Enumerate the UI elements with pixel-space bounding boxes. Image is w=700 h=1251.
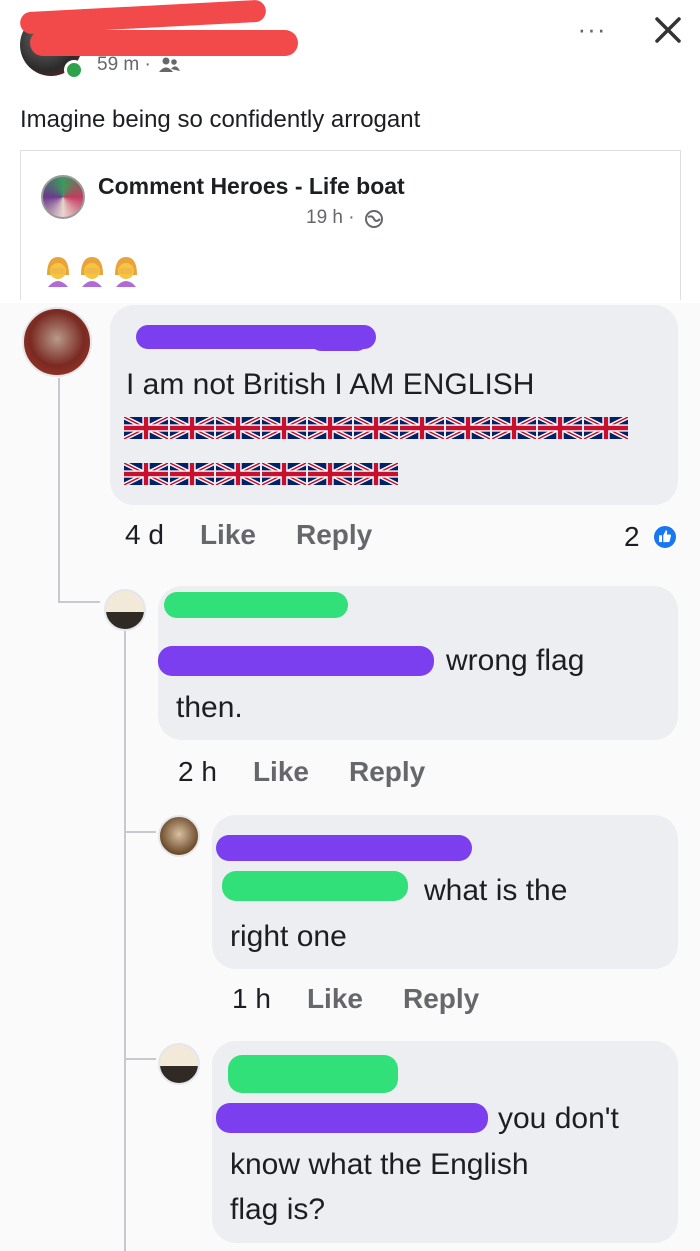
post-timestamp: 59 m · <box>97 54 151 75</box>
close-icon[interactable] <box>648 10 688 50</box>
post-caption: Imagine being so confidently arrogant <box>20 106 421 133</box>
comment-text: know what the English <box>230 1148 529 1181</box>
redacted-commenter-name <box>164 592 348 618</box>
group-name[interactable]: Comment Heroes - Life boat <box>98 173 405 200</box>
comment-bubble: I am not British I AM ENGLISH <box>110 305 678 505</box>
shared-post-timestamp: 19 h · <box>306 207 355 228</box>
comment-timestamp: 4 d <box>125 519 164 550</box>
comment-actions: 4 d Like Reply <box>125 519 412 551</box>
like-reaction-icon <box>652 524 678 550</box>
comment-bubble: you don't know what the English flag is? <box>212 1041 678 1243</box>
online-status-indicator <box>64 60 84 80</box>
redacted-commenter-name <box>216 835 472 861</box>
union-jack-flags-row <box>124 417 628 439</box>
reply-button[interactable]: Reply <box>403 983 479 1015</box>
commenter-avatar[interactable] <box>158 815 200 857</box>
union-jack-flag-icon <box>216 463 260 485</box>
redacted-mention <box>216 1103 488 1133</box>
reaction-count[interactable]: 2 <box>624 521 640 553</box>
union-jack-flag-icon <box>124 417 168 439</box>
union-jack-flag-icon <box>354 463 398 485</box>
union-jack-flag-icon <box>584 417 628 439</box>
comment-bubble: wrong flag then. <box>158 586 678 740</box>
comment-text: what is the <box>424 874 568 907</box>
redacted-poster-name <box>30 30 298 56</box>
thread-connector <box>58 601 100 603</box>
comment-bubble: what is the right one <box>212 815 678 969</box>
reply-button[interactable]: Reply <box>296 519 372 551</box>
facepalm-emoji-icon <box>47 257 69 287</box>
thread-connector <box>124 1058 156 1060</box>
thread-connector <box>58 378 60 603</box>
group-avatar[interactable] <box>41 175 85 219</box>
globe-icon <box>365 210 383 228</box>
union-jack-flag-icon <box>262 463 306 485</box>
like-button[interactable]: Like <box>307 983 363 1015</box>
comment-text: wrong flag <box>446 644 585 677</box>
union-jack-flag-icon <box>538 417 582 439</box>
comment-actions: 2 h Like Reply <box>178 756 465 788</box>
comment-actions: 1 h Like Reply <box>232 983 519 1015</box>
comment-text: right one <box>230 920 347 953</box>
commenter-avatar[interactable] <box>22 307 92 377</box>
thread-connector <box>124 831 156 833</box>
reply-button[interactable]: Reply <box>349 756 425 788</box>
facepalm-emoji-icon <box>81 257 103 287</box>
commenter-avatar[interactable] <box>158 1043 200 1085</box>
comment-text: you don't <box>498 1102 619 1135</box>
union-jack-flag-icon <box>216 417 260 439</box>
comment-text: flag is? <box>230 1193 326 1226</box>
more-options-button[interactable]: ··· <box>572 14 612 44</box>
redacted-mention <box>222 871 408 901</box>
facepalm-emoji-row <box>43 255 141 287</box>
union-jack-flag-icon <box>262 417 306 439</box>
comment-timestamp: 2 h <box>178 756 217 787</box>
union-jack-flag-icon <box>124 463 168 485</box>
comment-timestamp: 1 h <box>232 983 271 1014</box>
union-jack-flag-icon <box>308 463 352 485</box>
redacted-commenter-name <box>228 1055 398 1093</box>
union-jack-flag-icon <box>400 417 444 439</box>
like-button[interactable]: Like <box>253 756 309 788</box>
union-jack-flag-icon <box>308 417 352 439</box>
shared-post-card[interactable]: Comment Heroes - Life boat 19 h · <box>20 150 681 300</box>
redacted-mention <box>158 646 434 676</box>
like-button[interactable]: Like <box>200 519 256 551</box>
facepalm-emoji-icon <box>115 257 137 287</box>
comment-text: then. <box>176 691 243 724</box>
commenter-avatar[interactable] <box>104 589 146 631</box>
union-jack-flag-icon <box>446 417 490 439</box>
post-header: 59 m · ··· Imagine being so confidently … <box>0 0 700 150</box>
union-jack-flag-icon <box>492 417 536 439</box>
comments-section: I am not British I AM ENGLISH 4 d Like R… <box>0 303 700 1251</box>
redacted-commenter-name <box>310 329 368 351</box>
union-jack-flag-icon <box>170 417 214 439</box>
comment-text: I am not British I AM ENGLISH <box>126 368 535 401</box>
union-jack-flag-icon <box>170 463 214 485</box>
union-jack-flags-row <box>124 463 398 485</box>
friends-audience-icon <box>159 57 180 72</box>
thread-connector <box>124 628 126 1251</box>
union-jack-flag-icon <box>354 417 398 439</box>
